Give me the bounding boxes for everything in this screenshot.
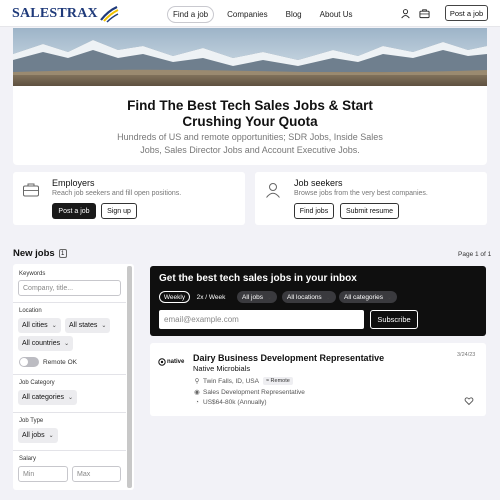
logo-swoosh-icon — [99, 5, 119, 23]
divider — [13, 412, 126, 413]
all-categories-select[interactable]: All categories ⌄ — [18, 390, 78, 405]
keywords-input[interactable]: Company, title... — [18, 280, 121, 296]
employers-sign-up-button[interactable]: Sign up — [101, 203, 137, 219]
hero-title: Find The Best Tech Sales Jobs & Start Cr… — [127, 98, 373, 129]
remote-ok-label: Remote OK — [43, 359, 77, 366]
all-countries-value: All countries — [22, 340, 61, 347]
job-title[interactable]: Dairy Business Development Representativ… — [193, 353, 384, 363]
remote-badge-label: Remote — [270, 378, 290, 384]
chevron-down-icon: ⌄ — [266, 294, 272, 301]
wifi-icon: ≈ — [265, 378, 270, 384]
job-category-row: ◉ Sales Development Representative — [193, 388, 305, 397]
category-icon: ◉ — [194, 389, 200, 396]
all-cities-value: All cities — [22, 322, 48, 329]
filter-sidebar: Keywords Company, title... Location All … — [13, 264, 134, 490]
heart-icon[interactable] — [464, 396, 474, 406]
all-states-select[interactable]: All states ⌄ — [65, 318, 111, 333]
job-seekers-card: Job seekers Browse jobs from the very be… — [255, 172, 487, 225]
employers-description: Reach job seekers and fill open position… — [52, 190, 182, 197]
frequency-weekly[interactable]: Weekly — [159, 291, 190, 303]
salary-min-input[interactable]: Min — [18, 466, 68, 482]
main-nav: Find a job Companies Blog About Us — [167, 6, 366, 23]
user-icon[interactable] — [398, 6, 413, 21]
subscribe-banner: Get the best tech sales jobs in your inb… — [150, 266, 486, 336]
company-logo-text: native — [167, 359, 185, 365]
all-cities-select[interactable]: All cities ⌄ — [18, 318, 61, 333]
hero-subtitle: Hundreds of US and remote opportunities;… — [117, 132, 383, 155]
jobs-count-badge: 1 — [58, 249, 67, 258]
mountain-landscape-image — [13, 28, 487, 86]
frequency-twice-weekly[interactable]: 2x / Week — [195, 291, 227, 303]
locations-chip-label: All locations — [287, 293, 322, 301]
divider — [13, 302, 126, 303]
remote-badge: ≈ Remote — [262, 377, 293, 385]
chevron-down-icon: ⌄ — [51, 323, 57, 329]
company-logo: native — [158, 358, 184, 366]
job-location: Twin Falls, ID, USA — [203, 377, 259, 385]
all-categories-value: All categories — [22, 394, 65, 401]
chevron-down-icon: ⌄ — [48, 433, 54, 439]
top-navigation-bar: SALESTRAX Find a job Companies Blog Abou… — [0, 0, 500, 27]
sidebar-scrollbar[interactable] — [127, 266, 132, 488]
subscribe-title: Get the best tech sales jobs in your inb… — [159, 273, 357, 284]
all-jobs-value: All jobs — [22, 432, 45, 439]
job-type-label: Job Type — [19, 418, 44, 424]
nav-companies[interactable]: Companies — [222, 7, 272, 22]
employers-title: Employers — [52, 178, 95, 188]
nav-blog[interactable]: Blog — [281, 7, 307, 22]
job-seekers-description: Browse jobs from the very best companies… — [294, 190, 428, 197]
keywords-label: Keywords — [19, 271, 46, 277]
submit-resume-button[interactable]: Submit resume — [340, 203, 399, 219]
categories-filter-chip[interactable]: All categories ⌄ — [339, 291, 398, 303]
job-salary-row: ◔ US$64-80k (Annually) — [193, 399, 267, 406]
person-icon — [266, 183, 280, 198]
all-jobs-select[interactable]: All jobs ⌄ — [18, 428, 58, 443]
nav-about-us[interactable]: About Us — [315, 7, 358, 22]
jobs-chip-label: All jobs — [242, 293, 263, 301]
native-logo-icon — [158, 358, 166, 366]
location-label: Location — [19, 308, 42, 314]
employers-card: Employers Reach job seekers and fill ope… — [13, 172, 245, 225]
chevron-down-icon: ⌄ — [325, 294, 331, 301]
categories-chip-label: All categories — [344, 293, 384, 301]
location-pin-icon: ⚲ — [194, 378, 200, 385]
find-jobs-button[interactable]: Find jobs — [294, 203, 334, 219]
jobs-filter-chip[interactable]: All jobs ⌄ — [237, 291, 277, 303]
logo-text: SALESTRAX — [12, 6, 98, 21]
all-countries-select[interactable]: All countries ⌄ — [18, 336, 74, 351]
job-salary: US$64-80k (Annually) — [203, 399, 267, 406]
job-category-label: Job Category — [19, 380, 55, 386]
page-info: Page 1 of 1 — [458, 251, 492, 258]
locations-filter-chip[interactable]: All locations ⌄ — [282, 291, 336, 303]
new-jobs-heading: New jobs 1 — [13, 248, 67, 259]
job-company: Native Microbials — [193, 364, 251, 373]
salary-label: Salary — [19, 456, 37, 462]
divider — [13, 450, 126, 451]
briefcase-icon[interactable] — [417, 6, 432, 21]
divider — [13, 374, 126, 375]
post-a-job-button[interactable]: Post a job — [445, 5, 488, 21]
chevron-down-icon: ⌄ — [101, 323, 107, 329]
job-seekers-title: Job seekers — [294, 178, 343, 188]
hero-section: Find The Best Tech Sales Jobs & Start Cr… — [13, 28, 487, 165]
job-category: Sales Development Representative — [203, 388, 305, 396]
job-listing-card[interactable]: native Dairy Business Development Repres… — [150, 343, 486, 416]
nav-find-a-job[interactable]: Find a job — [167, 6, 215, 23]
job-location-row: ⚲ Twin Falls, ID, USA ≈ Remote — [193, 377, 293, 385]
all-states-value: All states — [69, 322, 98, 329]
job-date: 3/24/23 — [457, 352, 476, 358]
chevron-down-icon: ⌄ — [68, 395, 74, 401]
remote-ok-toggle[interactable] — [19, 357, 39, 367]
new-jobs-title: New jobs — [13, 248, 55, 259]
subscribe-button[interactable]: Subscribe — [370, 310, 418, 329]
briefcase-icon — [23, 183, 39, 197]
email-input[interactable]: email@example.com — [159, 310, 364, 329]
salary-max-input[interactable]: Max — [72, 466, 121, 482]
dollar-icon: ◔ — [195, 399, 199, 406]
chevron-down-icon: ⌄ — [64, 341, 70, 347]
employers-post-job-button[interactable]: Post a job — [52, 203, 96, 219]
chevron-down-icon: ⌄ — [387, 294, 393, 301]
salestrax-logo[interactable]: SALESTRAX — [12, 5, 119, 23]
